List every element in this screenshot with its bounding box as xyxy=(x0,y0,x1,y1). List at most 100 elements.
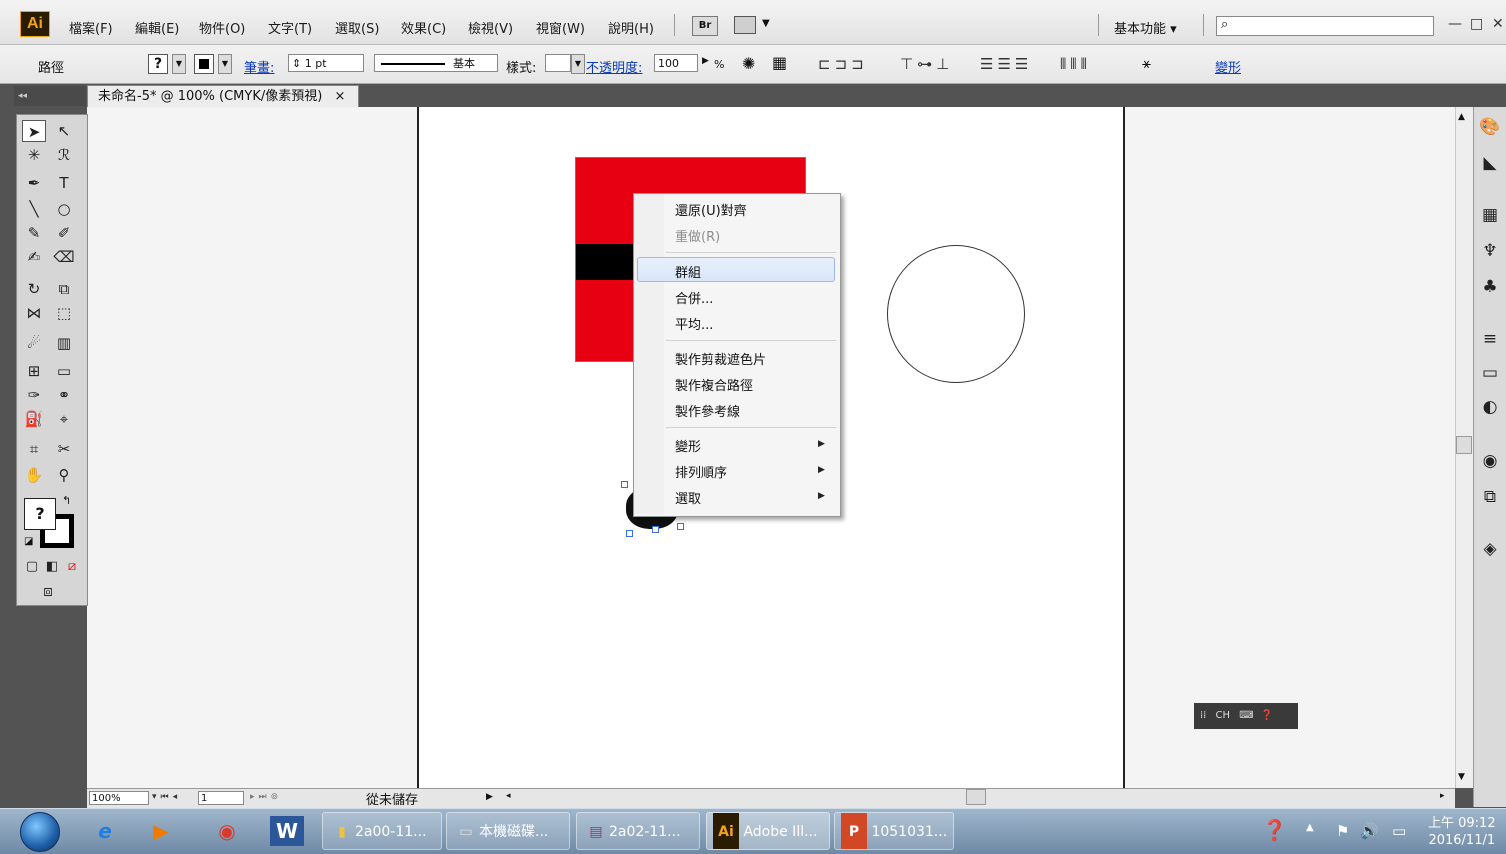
ctx-transform[interactable]: 變形 xyxy=(675,436,701,455)
live-paint-selection-tool-icon[interactable]: ⌖ xyxy=(52,408,76,430)
align-vertical-icons[interactable]: ⊤⊶⊥ xyxy=(900,55,953,73)
horizontal-scroll-thumb[interactable] xyxy=(966,789,986,805)
recolor-artwork-icon[interactable]: ✺ xyxy=(742,54,755,73)
artboard-number-field[interactable]: 1 xyxy=(198,791,244,805)
chevron-down-icon[interactable]: ▼ xyxy=(571,54,585,74)
symbols-panel-icon[interactable]: ♣ xyxy=(1479,276,1501,298)
transform-link[interactable]: 變形 xyxy=(1215,57,1241,76)
collapse-panel-icon[interactable]: ◂◂ xyxy=(14,86,86,106)
taskbar-folder-window[interactable]: ▮ 2a00-11... xyxy=(322,812,442,850)
opacity-input[interactable]: 100 xyxy=(654,54,698,72)
stepper-icon[interactable]: ⇕ xyxy=(292,57,301,70)
ctx-join[interactable]: 合併... xyxy=(675,288,713,307)
swap-fill-stroke-icon[interactable]: ↰ xyxy=(62,494,71,507)
mesh-tool-icon[interactable]: ⊞ xyxy=(22,360,46,382)
stroke-panel-icon[interactable]: ≡ xyxy=(1479,328,1501,350)
menu-type[interactable]: 文字(T) xyxy=(268,18,312,37)
ctx-average[interactable]: 平均... xyxy=(675,314,713,333)
zoom-tool-icon[interactable]: ⚲ xyxy=(52,464,76,486)
transparency-panel-icon[interactable]: ◐ xyxy=(1479,396,1501,418)
menu-select[interactable]: 選取(S) xyxy=(335,18,379,37)
hand-tool-icon[interactable]: ✋ xyxy=(22,464,46,486)
type-tool-icon[interactable]: T xyxy=(52,172,76,194)
show-hidden-icons-icon[interactable]: ▲ xyxy=(1306,822,1314,833)
maximize-button[interactable]: □ xyxy=(1470,16,1483,32)
ellipse-tool-icon[interactable]: ○ xyxy=(52,198,76,220)
network-icon[interactable]: ▭ xyxy=(1392,822,1406,840)
width-tool-icon[interactable]: ⋈ xyxy=(22,302,46,324)
word-icon[interactable]: W xyxy=(270,816,304,846)
start-button[interactable] xyxy=(20,812,60,852)
selection-handle[interactable] xyxy=(626,530,633,537)
ctx-arrange[interactable]: 排列順序 xyxy=(675,462,727,481)
stroke-color-swatch[interactable] xyxy=(194,54,214,74)
scroll-left-icon[interactable]: ◂ xyxy=(506,791,511,801)
menu-window[interactable]: 視窗(W) xyxy=(536,18,585,37)
help-icon[interactable]: ❓ xyxy=(1261,710,1273,721)
none-mode-icon[interactable]: ⧄ xyxy=(60,556,84,578)
menu-view[interactable]: 檢視(V) xyxy=(468,18,513,37)
ctx-select[interactable]: 選取 xyxy=(675,488,701,507)
direct-selection-tool-icon[interactable]: ↖ xyxy=(52,120,76,142)
free-transform-tool-icon[interactable]: ⬚ xyxy=(52,302,76,324)
menu-effect[interactable]: 效果(C) xyxy=(401,18,446,37)
bridge-button[interactable]: Br xyxy=(692,16,718,36)
align-objects-icons[interactable]: ⊏⊐⊐ xyxy=(818,55,868,73)
document-tab[interactable]: 未命名-5* @ 100% (CMYK/像素預視) × xyxy=(87,85,359,107)
selection-handle[interactable] xyxy=(652,526,659,533)
style-swatch[interactable] xyxy=(545,54,571,72)
appearance-panel-icon[interactable]: ◉ xyxy=(1479,450,1501,472)
lasso-tool-icon[interactable]: ℛ xyxy=(52,144,76,166)
magic-wand-tool-icon[interactable]: ✳ xyxy=(22,144,46,166)
rotate-tool-icon[interactable]: ↻ xyxy=(22,278,46,300)
color-panel-icon[interactable]: 🎨 xyxy=(1479,116,1501,138)
ctx-make-clipping-mask[interactable]: 製作剪裁遮色片 xyxy=(675,349,766,368)
close-icon[interactable]: × xyxy=(334,89,345,104)
artboard-tool-icon[interactable]: ⌗ xyxy=(22,438,46,460)
isolate-group-icon[interactable]: ⚹ xyxy=(1142,54,1151,72)
keyboard-icon[interactable]: ⌨ xyxy=(1239,710,1253,721)
ctx-group[interactable]: 群組 xyxy=(675,262,701,281)
scroll-down-icon[interactable]: ▼ xyxy=(1458,772,1465,782)
close-button[interactable]: ✕ xyxy=(1492,16,1504,32)
workspace-switcher[interactable]: 基本功能 ▾ xyxy=(1114,18,1177,37)
taskbar-winrar-window[interactable]: ▤ 2a02-11... xyxy=(576,812,700,850)
scroll-up-icon[interactable]: ▲ xyxy=(1458,112,1465,122)
next-artboard-icon[interactable]: ▸⏭⊚ xyxy=(250,792,282,802)
chevron-down-icon[interactable]: ▼ xyxy=(218,54,232,74)
scroll-right-icon[interactable]: ▸ xyxy=(1440,791,1445,801)
default-fill-stroke-icon[interactable]: ◪ xyxy=(24,536,33,547)
ime-language-label[interactable]: CH xyxy=(1216,710,1231,721)
menu-file[interactable]: 檔案(F) xyxy=(69,18,113,37)
zoom-level-select[interactable]: 100% xyxy=(89,791,149,805)
selection-handle[interactable] xyxy=(621,481,628,488)
ctx-undo-align[interactable]: 還原(U)對齊 xyxy=(675,200,747,219)
menu-edit[interactable]: 編輯(E) xyxy=(135,18,179,37)
line-tool-icon[interactable]: ╲ xyxy=(22,198,46,220)
action-center-icon[interactable]: ⚑ xyxy=(1336,822,1349,840)
screen-mode-icon[interactable]: ⧈ xyxy=(36,580,60,602)
fill-color-swatch[interactable]: ? xyxy=(148,54,168,74)
first-artboard-icon[interactable]: ▾⏮◂ xyxy=(152,792,181,802)
selection-handle[interactable] xyxy=(677,523,684,530)
taskbar-illustrator-window[interactable]: Ai Adobe Ill... xyxy=(706,812,830,850)
chrome-icon[interactable]: ◉ xyxy=(210,814,244,848)
column-graph-tool-icon[interactable]: ▥ xyxy=(52,332,76,354)
arrange-documents-icon[interactable] xyxy=(734,16,756,34)
opacity-link[interactable]: 不透明度: xyxy=(586,57,642,76)
graphic-styles-panel-icon[interactable]: ⧉ xyxy=(1479,486,1501,508)
align-to-icon[interactable]: ▦ xyxy=(772,53,787,72)
ime-toolbar[interactable]: ⁞⁞ CH ⌨ ❓ xyxy=(1194,703,1298,729)
brushes-panel-icon[interactable]: ♆ xyxy=(1479,240,1501,262)
minimize-button[interactable]: — xyxy=(1448,16,1462,32)
layers-panel-icon[interactable]: ◈ xyxy=(1479,538,1501,560)
ie-icon[interactable]: e xyxy=(88,814,122,848)
distribute-vertical-icons[interactable]: ⫴⫴⫴ xyxy=(1060,55,1091,73)
blend-tool-icon[interactable]: ⚭ xyxy=(52,384,76,406)
eyedropper-tool-icon[interactable]: ✑ xyxy=(22,384,46,406)
media-player-icon[interactable]: ▶ xyxy=(144,814,178,848)
distribute-horizontal-icons[interactable]: ☰☰☰ xyxy=(980,55,1032,73)
blob-brush-tool-icon[interactable]: ✍ xyxy=(22,246,46,268)
stroke-panel-link[interactable]: 筆畫: xyxy=(244,57,274,76)
brush-definition-select[interactable]: 基本 xyxy=(374,54,498,72)
